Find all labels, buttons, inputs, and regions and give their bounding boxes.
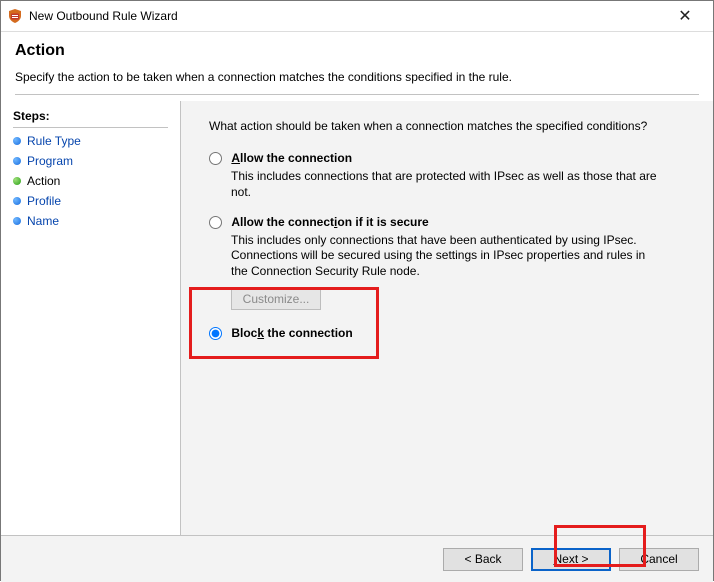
option-allow: Allow the connection This includes conne…: [209, 151, 691, 201]
radio-label[interactable]: Block the connection: [209, 326, 353, 340]
option-allow-secure: Allow the connection if it is secure Thi…: [209, 215, 691, 310]
radio-label[interactable]: Allow the connection: [209, 151, 352, 165]
wizard-footer: < Back Next > Cancel: [1, 535, 713, 582]
app-icon: [7, 8, 23, 24]
button-label: < Back: [464, 552, 501, 566]
label-text: Bloc: [231, 326, 257, 340]
step-link[interactable]: Name: [27, 214, 59, 228]
close-icon: ✕: [678, 6, 691, 26]
option-desc: This includes only connections that have…: [231, 233, 661, 280]
label-text: Allow the connect: [231, 215, 334, 229]
step-link[interactable]: Rule Type: [27, 134, 81, 148]
radio-block[interactable]: [209, 327, 222, 340]
wizard-header: Action Specify the action to be taken wh…: [1, 32, 713, 101]
label-text: on if it is secure: [337, 215, 428, 229]
step-action: Action: [13, 174, 168, 188]
option-block: Block the connection: [209, 326, 691, 340]
cancel-button[interactable]: Cancel: [619, 548, 699, 571]
question-text: What action should be taken when a conne…: [209, 119, 691, 133]
radio-allow[interactable]: [209, 152, 222, 165]
step-link[interactable]: Program: [27, 154, 73, 168]
step-profile[interactable]: Profile: [13, 194, 168, 208]
close-button[interactable]: ✕: [663, 1, 707, 31]
steps-panel: Steps: Rule Type Program Action Profile …: [1, 101, 181, 535]
main-panel: What action should be taken when a conne…: [181, 101, 713, 535]
step-current: Action: [27, 174, 60, 188]
label-text: llow the connection: [240, 151, 352, 165]
mnemonic: A: [231, 151, 240, 165]
window-title: New Outbound Rule Wizard: [29, 9, 178, 23]
radio-allow-secure[interactable]: [209, 216, 222, 229]
next-button[interactable]: Next >: [531, 548, 611, 571]
title-bar: New Outbound Rule Wizard ✕: [1, 1, 713, 32]
bullet-icon: [13, 197, 21, 205]
header-divider: [15, 94, 699, 95]
bullet-icon: [13, 217, 21, 225]
option-desc: This includes connections that are prote…: [231, 169, 661, 200]
label-text: the connection: [264, 326, 353, 340]
radio-label[interactable]: Allow the connection if it is secure: [209, 215, 429, 229]
page-title: Action: [15, 42, 699, 60]
button-label: Cancel: [640, 552, 677, 566]
step-program[interactable]: Program: [13, 154, 168, 168]
step-name[interactable]: Name: [13, 214, 168, 228]
bullet-icon: [13, 177, 21, 185]
bullet-icon: [13, 157, 21, 165]
page-subtitle: Specify the action to be taken when a co…: [15, 70, 699, 84]
back-button[interactable]: < Back: [443, 548, 523, 571]
bullet-icon: [13, 137, 21, 145]
steps-label: Steps:: [13, 109, 168, 128]
step-link[interactable]: Profile: [27, 194, 61, 208]
step-rule-type[interactable]: Rule Type: [13, 134, 168, 148]
customize-button: Customize...: [231, 288, 321, 310]
